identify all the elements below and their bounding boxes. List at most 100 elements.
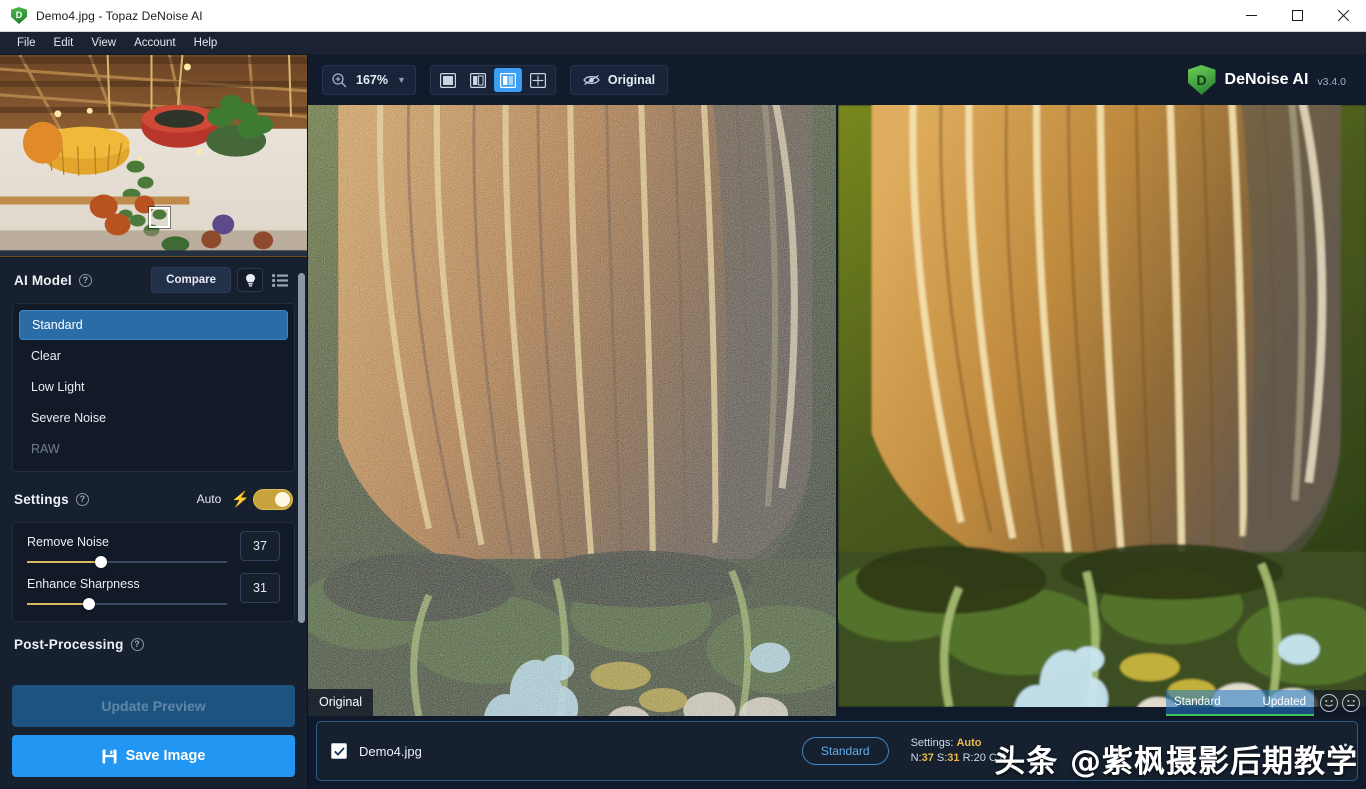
panel-action-buttons: Update Preview Save Image [0,675,307,789]
recover-value: 20 [973,752,986,764]
original-pane-label: Original [308,689,374,716]
left-panel: AI Model ? Compare Standard Clear Low Li… [0,55,308,789]
sharpen-value: 31 [947,752,960,764]
zoom-control[interactable]: 167% ▼ [322,65,416,95]
split-pane-icon[interactable] [464,68,492,92]
settings-header: Settings ? Auto ⚡ [12,476,295,522]
enhance-sharpness-knob[interactable] [83,598,95,610]
title-bar: D Demo4.jpg - Topaz DeNoise AI [0,0,1366,32]
save-image-label: Save Image [125,748,206,764]
help-icon[interactable]: ? [75,492,89,506]
eye-slash-icon [583,74,600,86]
enhance-sharpness-track[interactable] [27,598,227,610]
model-item-low-light[interactable]: Low Light [19,372,288,402]
auto-toggle[interactable]: ⚡ [231,488,293,510]
preview-pane-original[interactable]: Original [308,105,838,716]
remove-noise-track[interactable] [27,556,227,568]
post-processing-header[interactable]: Post-Processing ? [12,622,295,666]
ai-model-list: Standard Clear Low Light Severe Noise RA… [12,303,295,472]
model-item-severe-noise[interactable]: Severe Noise [19,403,288,433]
menu-bar: File Edit View Account Help [0,32,1366,55]
preview-pane-processed[interactable]: Standard Updated [837,105,1366,716]
processed-status-label: Updated [1262,696,1306,708]
kebab-menu-icon[interactable] [1344,743,1347,759]
processed-preview-image [837,105,1366,707]
noise-value: 37 [921,752,934,764]
save-image-button[interactable]: Save Image [12,735,295,777]
menu-item-help[interactable]: Help [185,33,227,54]
model-item-raw: RAW [31,442,60,456]
ai-model-header: AI Model ? Compare [12,257,295,303]
color-value: 0 [999,752,1007,764]
sharpen-label: S: [936,752,948,764]
settings-scroll-area: AI Model ? Compare Standard Clear Low Li… [0,257,307,675]
lightbulb-icon[interactable] [237,268,263,292]
color-label: C: [988,752,1000,764]
filmstrip: Demo4.jpg Standard Settings: Auto N:37 S… [308,716,1366,789]
auto-label: Auto [196,492,222,506]
menu-item-view[interactable]: View [82,33,125,54]
help-icon[interactable]: ? [78,273,92,287]
update-preview-button[interactable]: Update Preview [12,685,295,727]
preview-panes: Original Standard Updated [308,105,1366,716]
filmstrip-settings-summary: Settings: Auto N:37 S:31 R:20 C:0 [911,736,1006,766]
show-original-button[interactable]: Original [569,65,669,95]
compare-button[interactable]: Compare [151,267,231,293]
model-view-toggle-group [237,268,293,292]
filmstrip-model-pill[interactable]: Standard [801,737,889,765]
navigator-roi-box[interactable] [149,207,170,228]
original-preview-image [308,105,837,716]
menu-item-account[interactable]: Account [125,33,185,54]
settings-title: Settings [14,491,69,507]
enhance-sharpness-value[interactable]: 31 [240,573,280,603]
close-icon[interactable] [1320,0,1366,32]
minimize-icon[interactable] [1228,0,1274,32]
settings-value: Auto [956,737,982,749]
settings-sliders-box: Remove Noise 37 Enhance Sharpness 31 [12,522,295,622]
remove-noise-knob[interactable] [95,556,107,568]
view-mode-group [429,65,556,95]
chevron-down-icon[interactable]: ▼ [397,75,406,85]
model-item-clear[interactable]: Clear [19,341,288,371]
settings-label: Settings: [910,737,954,749]
zoom-in-icon[interactable] [332,72,347,88]
panel-scrollbar[interactable] [298,273,305,623]
maximize-icon[interactable] [1274,0,1320,32]
list-view-icon[interactable] [267,268,293,292]
brand-logo: D DeNoise AI v3.4.0 [1187,65,1352,95]
model-item-standard[interactable]: Standard [19,310,288,340]
processed-status-bar: Standard Updated [1166,690,1314,716]
help-icon[interactable]: ? [130,637,144,651]
filmstrip-item[interactable]: Demo4.jpg Standard Settings: Auto N:37 S… [316,721,1358,781]
slider-enhance-sharpness: Enhance Sharpness 31 [27,573,280,610]
side-by-side-icon[interactable] [493,68,522,92]
zoom-level-value: 167% [356,73,388,87]
filmstrip-checkbox[interactable] [331,743,347,759]
happy-face-icon[interactable] [1320,694,1338,712]
menu-item-edit[interactable]: Edit [45,33,83,54]
save-disk-icon [102,749,117,763]
single-pane-icon[interactable] [434,68,462,92]
preview-toolbar: 167% ▼ Original D DeNoise AI v3.4.0 [308,55,1366,105]
window-title: Demo4.jpg - Topaz DeNoise AI [36,8,203,23]
recover-label: R: [962,752,974,764]
denoise-shield-icon: D [1187,65,1216,95]
slider-remove-noise: Remove Noise 37 [27,531,280,568]
filmstrip-filename: Demo4.jpg [359,743,422,759]
auto-switch[interactable] [253,488,293,510]
navigator-thumbnail[interactable] [0,55,307,257]
brand-name: DeNoise AI [1224,71,1309,88]
noise-label: N: [910,752,922,764]
processed-model-label: Standard [1174,696,1221,708]
quad-pane-icon[interactable] [524,68,552,92]
right-panel: 167% ▼ Original D DeNoise AI v3.4.0 Orig… [308,55,1366,789]
window-controls [1228,0,1366,32]
remove-noise-value[interactable]: 37 [240,531,280,561]
topaz-denoise-window: D Demo4.jpg - Topaz DeNoise AI File Edit… [0,0,1366,789]
neutral-face-icon[interactable] [1342,694,1360,712]
show-original-label: Original [607,73,656,87]
brand-version: v3.4.0 [1317,76,1346,88]
menu-item-file[interactable]: File [8,33,45,54]
ai-model-title: AI Model [14,272,72,288]
feedback-buttons [1314,690,1366,716]
